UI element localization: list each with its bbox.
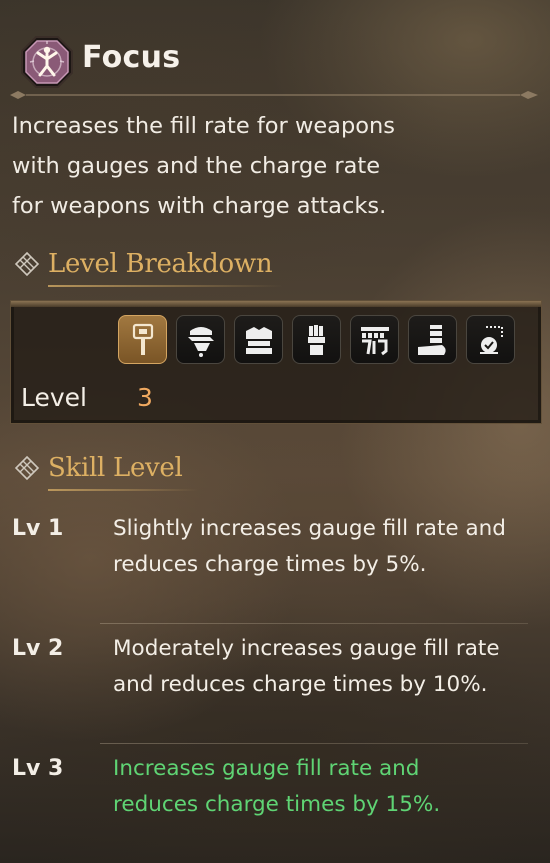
effect-line: reduces charge times by 5%. — [113, 552, 427, 577]
effect-line: and reduces charge times by 10%. — [113, 672, 488, 697]
level-effect-current: Increases gauge fill rate and reduces ch… — [113, 751, 533, 823]
effect-line: Slightly increases gauge fill rate and — [113, 516, 506, 541]
header-underline — [48, 489, 198, 491]
header-underline — [48, 285, 283, 287]
chest-slot[interactable] — [234, 315, 283, 364]
talisman-icon — [479, 325, 503, 354]
skill-level-header: Skill Level — [12, 451, 198, 491]
section-diamond-icon — [14, 455, 40, 481]
arm-armor-icon — [307, 324, 325, 355]
level-label: Lv 2 — [12, 636, 64, 661]
chest-armor-icon — [245, 326, 272, 354]
level-label: Lv 3 — [12, 756, 64, 781]
section-diamond-icon — [14, 251, 40, 277]
legs-slot[interactable] — [408, 315, 457, 364]
skill-title: Focus — [82, 40, 181, 75]
level-breakdown-title: Level Breakdown — [48, 249, 273, 279]
level-divider — [100, 743, 528, 744]
effect-line: Increases gauge fill rate and — [113, 756, 420, 781]
arms-slot[interactable] — [292, 315, 341, 364]
leg-armor-icon — [417, 324, 446, 355]
talisman-slot[interactable] — [466, 315, 515, 364]
effect-line: Moderately increases gauge fill rate — [113, 636, 500, 661]
weapon-slot[interactable] — [118, 315, 167, 364]
description-line: Increases the fill rate for weapons — [12, 113, 396, 139]
level-effect: Moderately increases gauge fill rate and… — [113, 631, 533, 703]
equipment-slot-row — [118, 315, 515, 364]
description-line: with gauges and the charge rate — [12, 153, 381, 179]
panel-top-bar — [11, 301, 541, 307]
waist-armor-icon — [360, 326, 389, 355]
level-breakdown-header: Level Breakdown — [12, 247, 283, 287]
weapon-hammer-icon — [132, 323, 153, 355]
helm-slot[interactable] — [176, 315, 225, 364]
level-effect: Slightly increases gauge fill rate and r… — [113, 511, 533, 583]
helm-icon — [187, 326, 214, 357]
skill-description: Increases the fill rate for weapons with… — [12, 106, 482, 226]
level-divider — [100, 623, 528, 624]
waist-slot[interactable] — [350, 315, 399, 364]
description-line: for weapons with charge attacks. — [12, 193, 387, 219]
effect-line: reduces charge times by 15%. — [113, 792, 441, 817]
level-value: 3 — [137, 383, 153, 412]
title-divider — [10, 91, 538, 99]
focus-skill-emblem-icon — [20, 35, 74, 89]
level-label: Level — [21, 383, 87, 412]
level-breakdown-panel: Level 3 — [10, 300, 542, 424]
level-label: Lv 1 — [12, 516, 64, 541]
skill-level-title: Skill Level — [48, 453, 183, 483]
